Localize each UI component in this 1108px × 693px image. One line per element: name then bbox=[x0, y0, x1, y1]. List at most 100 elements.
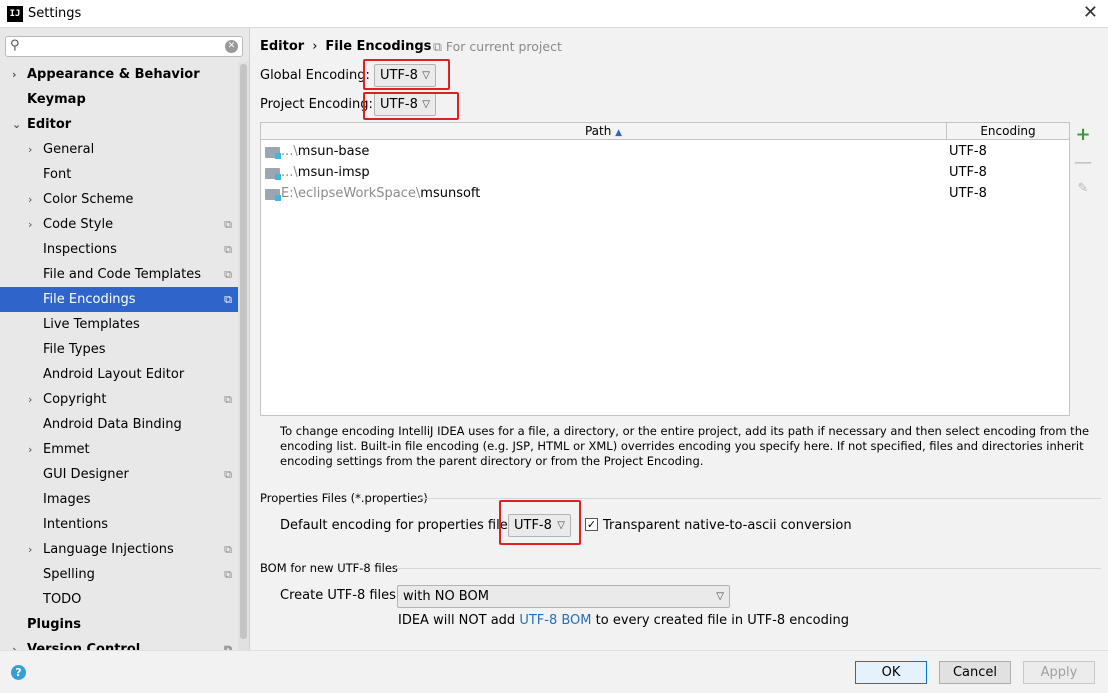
sidebar-item-file-and-code-templates[interactable]: File and Code Templates ⧉ bbox=[0, 262, 238, 287]
sidebar-item-keymap[interactable]: Keymap bbox=[0, 87, 238, 112]
sidebar-item-color-scheme[interactable]: › Color Scheme bbox=[0, 187, 238, 212]
sidebar-item-live-templates[interactable]: Live Templates bbox=[0, 312, 238, 337]
sidebar-item-android-data-binding[interactable]: Android Data Binding bbox=[0, 412, 238, 437]
project-level-icon: ⧉ bbox=[224, 568, 232, 581]
sidebar-scrollbar[interactable] bbox=[238, 62, 249, 650]
chevron-right-icon[interactable]: › bbox=[12, 637, 17, 650]
add-icon[interactable]: + bbox=[1071, 124, 1095, 146]
remove-icon[interactable]: — bbox=[1071, 152, 1095, 174]
sidebar-item-label: Live Templates bbox=[43, 317, 140, 332]
project-level-icon: ⧉ bbox=[224, 268, 232, 281]
title-bar: IJ Settings ✕ bbox=[0, 0, 1108, 28]
project-level-icon: ⧉ bbox=[224, 643, 232, 650]
row-encoding: UTF-8 bbox=[949, 186, 987, 201]
chevron-right-icon[interactable]: › bbox=[28, 212, 32, 237]
sidebar-item-emmet[interactable]: › Emmet bbox=[0, 437, 238, 462]
sidebar-item-label: Plugins bbox=[27, 617, 81, 632]
edit-icon[interactable]: ✎ bbox=[1071, 178, 1095, 200]
transparent-ascii-checkbox[interactable]: ✓ bbox=[585, 518, 598, 531]
sidebar-item-label: General bbox=[43, 142, 95, 157]
clear-search-icon[interactable]: ✕ bbox=[225, 40, 238, 53]
project-level-icon: ⧉ bbox=[224, 218, 232, 231]
project-level-icon: ⧉ bbox=[224, 468, 232, 481]
sidebar-item-label: Copyright bbox=[43, 392, 107, 407]
sidebar-item-file-encodings[interactable]: File Encodings ⧉ bbox=[0, 287, 238, 312]
sidebar-item-label: Android Layout Editor bbox=[43, 367, 185, 382]
file-encodings-panel: Editor › File Encodings ⧉ For current proj… bbox=[251, 28, 1108, 650]
sidebar-item-todo[interactable]: TODO bbox=[0, 587, 238, 612]
intellij-app-icon: IJ bbox=[7, 6, 23, 22]
sidebar-item-label: File Types bbox=[43, 342, 106, 357]
sidebar-item-label: Inspections bbox=[43, 242, 117, 257]
sidebar-item-images[interactable]: Images bbox=[0, 487, 238, 512]
chevron-down-icon[interactable]: ⌄ bbox=[12, 112, 21, 137]
search-input[interactable]: ⚲ ✕ bbox=[5, 36, 243, 57]
project-level-icon: ⧉ bbox=[224, 393, 232, 406]
chevron-right-icon[interactable]: › bbox=[28, 387, 32, 412]
sidebar-item-inspections[interactable]: Inspections ⧉ bbox=[0, 237, 238, 262]
module-folder-icon bbox=[265, 147, 281, 159]
chevron-right-icon[interactable]: › bbox=[28, 437, 32, 462]
cancel-button[interactable]: Cancel bbox=[939, 661, 1011, 684]
sidebar-item-label: File and Code Templates bbox=[43, 267, 201, 282]
sidebar-item-intentions[interactable]: Intentions bbox=[0, 512, 238, 537]
sidebar-item-version-control[interactable]: › Version Control ⧉ bbox=[0, 637, 238, 650]
window-title: Settings bbox=[28, 6, 82, 21]
sidebar-item-code-style[interactable]: › Code Style ⧉ bbox=[0, 212, 238, 237]
chevron-right-icon[interactable]: › bbox=[28, 137, 32, 162]
chevron-down-icon: ▽ bbox=[716, 591, 724, 602]
table-row[interactable]: ...\msun-imsp UTF-8 bbox=[261, 162, 1069, 183]
table-row[interactable]: ...\msun-base UTF-8 bbox=[261, 141, 1069, 162]
sidebar-item-label: Font bbox=[43, 167, 72, 182]
project-level-icon: ⧉ bbox=[224, 293, 232, 306]
chevron-right-icon[interactable]: › bbox=[12, 62, 17, 87]
chevron-right-icon[interactable]: › bbox=[28, 187, 32, 212]
settings-sidebar: ⚲ ✕ › Appearance & Behavior Keymap ⌄ Editor ›… bbox=[0, 28, 250, 650]
help-icon[interactable]: ? bbox=[11, 665, 26, 680]
global-encoding-label: Global Encoding: bbox=[260, 68, 370, 83]
row-path: ...\msun-base bbox=[281, 144, 370, 159]
sidebar-item-appearance-behavior[interactable]: › Appearance & Behavior bbox=[0, 62, 238, 87]
sidebar-item-spelling[interactable]: Spelling ⧉ bbox=[0, 562, 238, 587]
utf8-bom-link[interactable]: UTF-8 BOM bbox=[519, 613, 591, 628]
chevron-right-icon[interactable]: › bbox=[28, 537, 32, 562]
search-icon[interactable]: ⚲ bbox=[10, 38, 20, 53]
sidebar-item-label: TODO bbox=[43, 592, 82, 607]
apply-button[interactable]: Apply bbox=[1023, 661, 1095, 684]
sidebar-item-label: Version Control bbox=[27, 642, 141, 650]
column-header-path[interactable]: Path ▲ bbox=[261, 123, 947, 140]
row-path: E:\eclipseWorkSpace\msunsoft bbox=[281, 186, 481, 201]
bom-note: IDEA will NOT add UTF-8 BOM to every cre… bbox=[398, 613, 849, 628]
sidebar-item-label: Android Data Binding bbox=[43, 417, 182, 432]
sidebar-item-gui-designer[interactable]: GUI Designer ⧉ bbox=[0, 462, 238, 487]
transparent-ascii-label[interactable]: Transparent native-to-ascii conversion bbox=[603, 518, 852, 533]
properties-section-title: Properties Files (*.properties) bbox=[260, 491, 428, 505]
project-level-icon: ⧉ bbox=[224, 243, 232, 256]
sidebar-item-label: GUI Designer bbox=[43, 467, 129, 482]
sidebar-item-font[interactable]: Font bbox=[0, 162, 238, 187]
module-folder-icon bbox=[265, 189, 281, 201]
sidebar-item-editor[interactable]: ⌄ Editor bbox=[0, 112, 238, 137]
highlight-annotation-global bbox=[363, 59, 450, 90]
table-toolbar: + — ✎ bbox=[1071, 122, 1099, 416]
column-header-encoding[interactable]: Encoding bbox=[947, 123, 1069, 140]
sidebar-item-language-injections[interactable]: › Language Injections ⧉ bbox=[0, 537, 238, 562]
sidebar-item-general[interactable]: › General bbox=[0, 137, 238, 162]
table-row[interactable]: E:\eclipseWorkSpace\msunsoft UTF-8 bbox=[261, 183, 1069, 204]
sidebar-item-label: File Encodings bbox=[43, 292, 136, 307]
ok-button[interactable]: OK bbox=[855, 661, 927, 684]
section-divider bbox=[417, 498, 1101, 499]
sidebar-item-label: Emmet bbox=[43, 442, 90, 457]
close-icon[interactable]: ✕ bbox=[1083, 2, 1098, 23]
highlight-annotation-properties bbox=[499, 500, 581, 545]
sidebar-scrollbar-thumb[interactable] bbox=[240, 64, 247, 639]
section-divider bbox=[395, 568, 1101, 569]
breadcrumb-separator: › bbox=[312, 39, 318, 54]
sidebar-item-plugins[interactable]: Plugins bbox=[0, 612, 238, 637]
sidebar-item-android-layout-editor[interactable]: Android Layout Editor bbox=[0, 362, 238, 387]
bom-select[interactable]: with NO BOM ▽ bbox=[397, 585, 730, 608]
sidebar-item-label: Images bbox=[43, 492, 91, 507]
sidebar-item-copyright[interactable]: › Copyright ⧉ bbox=[0, 387, 238, 412]
breadcrumb-parent: Editor bbox=[260, 39, 305, 54]
sidebar-item-file-types[interactable]: File Types bbox=[0, 337, 238, 362]
